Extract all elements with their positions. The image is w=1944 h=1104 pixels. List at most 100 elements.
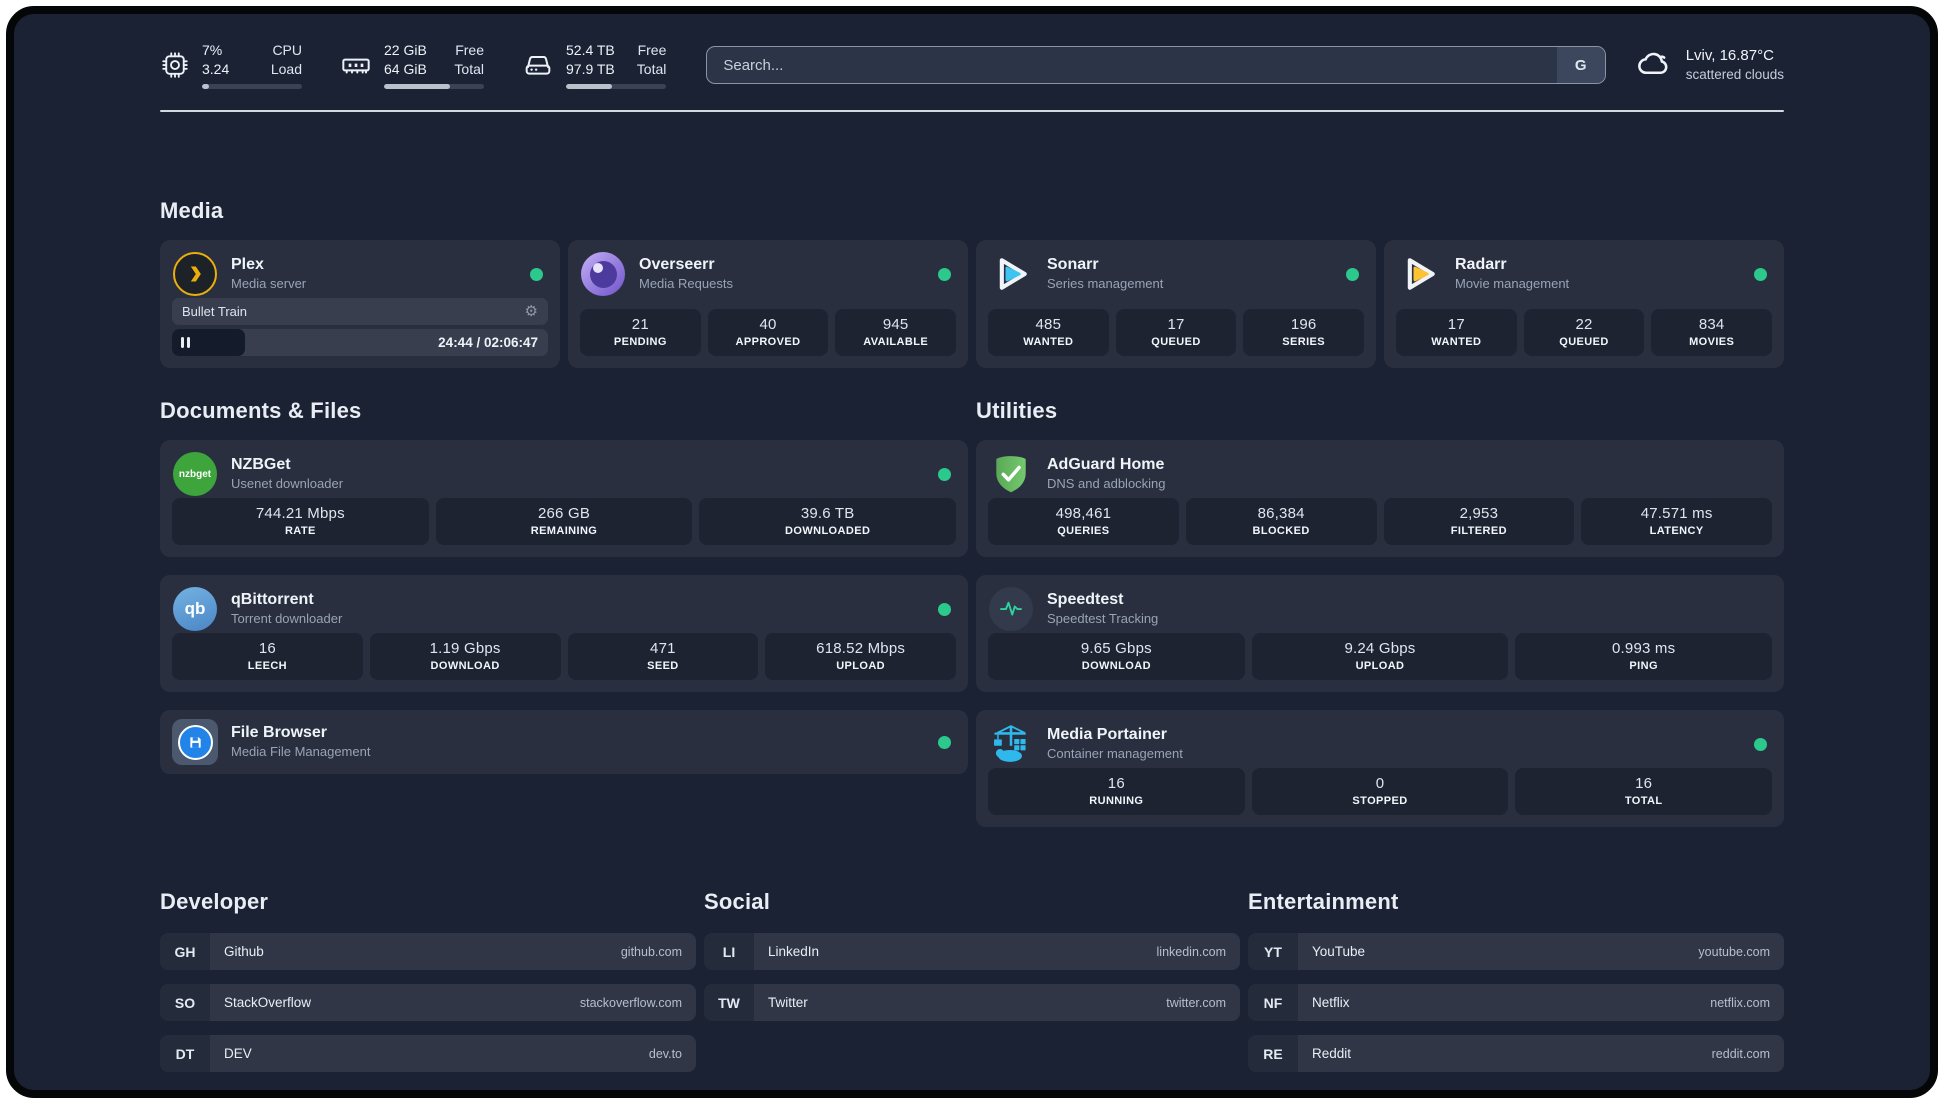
bookmark-url: netflix.com bbox=[1710, 995, 1770, 1010]
stat-label: TOTAL bbox=[1624, 795, 1663, 807]
bookmark-github[interactable]: GH Github github.com bbox=[160, 933, 696, 970]
cloud-icon bbox=[1636, 45, 1672, 86]
portainer-stats: 16 RUNNING 0 STOPPED 16 TOTAL bbox=[988, 768, 1772, 815]
bookmark-netflix[interactable]: NF Netflix netflix.com bbox=[1248, 984, 1784, 1021]
app-subtitle: Container management bbox=[1047, 745, 1183, 761]
stat-filtered: 2,953 FILTERED bbox=[1383, 498, 1575, 545]
app-subtitle: Media File Management bbox=[231, 743, 371, 759]
app-card-sonarr[interactable]: Sonarr Series management 485 WANTED 17 Q… bbox=[976, 240, 1376, 368]
stat-value: 834 bbox=[1698, 316, 1725, 333]
bookmark-name: Twitter bbox=[768, 995, 808, 1010]
topbar-divider bbox=[160, 110, 1784, 112]
stat-downloaded: 39.6 TB DOWNLOADED bbox=[699, 498, 956, 545]
memory-total-label: Total bbox=[454, 61, 484, 77]
bookmark-name: LinkedIn bbox=[768, 944, 820, 959]
bookmark-name: StackOverflow bbox=[224, 995, 312, 1010]
overseerr-icon bbox=[580, 251, 626, 297]
cpu-icon bbox=[160, 50, 190, 80]
section-title-media: Media bbox=[160, 198, 224, 223]
app-subtitle: Series management bbox=[1047, 275, 1164, 291]
stat-value: 266 GB bbox=[537, 505, 591, 522]
app-card-overseerr[interactable]: Overseerr Media Requests 21 PENDING 40 A… bbox=[568, 240, 968, 368]
search-provider-button[interactable]: G bbox=[1556, 47, 1605, 83]
app-card-radarr[interactable]: Radarr Movie management 17 WANTED 22 QUE… bbox=[1384, 240, 1784, 368]
app-card-adguard[interactable]: AdGuard Home DNS and adblocking 498,461 … bbox=[976, 440, 1784, 557]
stat-value: 16 bbox=[258, 640, 276, 657]
bookmark-stackoverflow[interactable]: SO StackOverflow stackoverflow.com bbox=[160, 984, 696, 1021]
app-card-filebrowser[interactable]: File Browser Media File Management bbox=[160, 710, 968, 774]
bookmark-twitter[interactable]: TW Twitter twitter.com bbox=[704, 984, 1240, 1021]
speedtest-stats: 9.65 Gbps DOWNLOAD 9.24 Gbps UPLOAD 0.99… bbox=[988, 633, 1772, 680]
system-stats: 7% 3.24 CPU Load 22 GiB 64 GiB Free Tota… bbox=[160, 41, 667, 89]
portainer-icon bbox=[988, 721, 1034, 767]
disk-icon bbox=[522, 49, 554, 81]
player-elapsed-fill bbox=[172, 329, 246, 356]
radarr-stats: 17 WANTED 22 QUEUED 834 MOVIES bbox=[1396, 309, 1772, 356]
nzbget-icon-label: nzbget bbox=[178, 468, 212, 480]
stat-value: 0 bbox=[1375, 775, 1385, 792]
cpu-usage-value: 7% bbox=[202, 42, 223, 59]
stat-value: 0.993 ms bbox=[1612, 640, 1676, 657]
stat-label: QUEUED bbox=[1151, 336, 1201, 348]
bookmark-youtube[interactable]: YT YouTube youtube.com bbox=[1248, 933, 1784, 970]
status-dot bbox=[530, 267, 543, 281]
app-title: File Browser bbox=[231, 724, 328, 742]
stat-value: 485 bbox=[1035, 316, 1062, 333]
app-title: Speedtest bbox=[1047, 591, 1124, 609]
settings-icon[interactable]: ⚙ bbox=[525, 304, 538, 319]
plex-now-playing: Bullet Train ⚙ 24:44 / 02:06:47 bbox=[172, 298, 548, 356]
disk-progress-bar bbox=[566, 83, 667, 89]
qbittorrent-icon: qb bbox=[172, 586, 218, 632]
app-title: NZBGet bbox=[231, 456, 291, 474]
speedtest-icon bbox=[988, 586, 1034, 632]
bookmark-name: Github bbox=[224, 944, 264, 959]
bookmark-url: linkedin.com bbox=[1156, 944, 1226, 959]
sonarr-stats: 485 WANTED 17 QUEUED 196 SERIES bbox=[988, 309, 1364, 356]
overseerr-stats: 21 PENDING 40 APPROVED 945 AVAILABLE bbox=[580, 309, 956, 356]
pause-icon bbox=[181, 337, 190, 348]
stat-stopped: 0 STOPPED bbox=[1251, 768, 1509, 815]
bookmark-reddit[interactable]: RE Reddit reddit.com bbox=[1248, 1035, 1784, 1072]
entertainment-bookmarks-section: Entertainment YT YouTube youtube.com NF … bbox=[1248, 889, 1784, 1086]
stat-value: 16 bbox=[1635, 775, 1653, 792]
bookmark-dev[interactable]: DT DEV dev.to bbox=[160, 1035, 696, 1072]
disk-free-value: 52.4 TB bbox=[566, 42, 615, 59]
stat-rate: 744.21 Mbps RATE bbox=[172, 498, 429, 545]
stat-upload: 9.24 Gbps UPLOAD bbox=[1251, 633, 1509, 680]
bookmark-linkedin[interactable]: LI LinkedIn linkedin.com bbox=[704, 933, 1240, 970]
weather-widget: Lviv, 16.87°C scattered clouds bbox=[1636, 45, 1784, 86]
stat-label: WANTED bbox=[1023, 336, 1074, 348]
disk-free-label: Free bbox=[637, 42, 667, 59]
qbittorrent-stats: 16 LEECH 1.19 Gbps DOWNLOAD 471 SEED 618… bbox=[172, 633, 956, 680]
bookmark-abbr: RE bbox=[1248, 1035, 1298, 1072]
search-input[interactable] bbox=[706, 46, 1606, 84]
stat-download: 1.19 Gbps DOWNLOAD bbox=[369, 633, 561, 680]
app-subtitle: Speedtest Tracking bbox=[1047, 610, 1159, 626]
app-card-speedtest[interactable]: Speedtest Speedtest Tracking 9.65 Gbps D… bbox=[976, 575, 1784, 692]
app-title: Sonarr bbox=[1047, 256, 1099, 274]
bookmark-url: dev.to bbox=[648, 1046, 682, 1061]
utilities-section: Utilities AdGuard Home DNS and adblockin… bbox=[976, 398, 1784, 827]
stat-label: DOWNLOAD bbox=[1081, 660, 1151, 672]
memory-free-value: 22 GiB bbox=[384, 42, 427, 59]
memory-icon bbox=[340, 49, 372, 81]
app-card-nzbget[interactable]: nzbget NZBGet Usenet downloader 744.21 M… bbox=[160, 440, 968, 557]
stat-label: QUERIES bbox=[1057, 525, 1110, 537]
media-grid: Plex Media server Bullet Train ⚙ 24:44 /… bbox=[160, 240, 1784, 368]
stat-label: UPLOAD bbox=[1355, 660, 1405, 672]
weather-location-temp: Lviv, 16.87°C bbox=[1685, 47, 1774, 65]
stat-value: 86,384 bbox=[1257, 505, 1305, 522]
app-card-plex[interactable]: Plex Media server Bullet Train ⚙ 24:44 /… bbox=[160, 240, 560, 368]
stat-value: 471 bbox=[650, 640, 676, 657]
stat-label: QUEUED bbox=[1559, 336, 1609, 348]
nzbget-icon: nzbget bbox=[172, 451, 218, 497]
documents-section: Documents & Files nzbget NZBGet Usenet d… bbox=[160, 398, 968, 827]
app-subtitle: Movie management bbox=[1455, 275, 1570, 291]
developer-bookmarks-section: Developer GH Github github.com SO StackO… bbox=[160, 889, 696, 1086]
status-dot bbox=[1754, 737, 1767, 751]
app-card-portainer[interactable]: Media Portainer Container management 16 … bbox=[976, 710, 1784, 827]
app-card-qbittorrent[interactable]: qb qBittorrent Torrent downloader 16 LEE… bbox=[160, 575, 968, 692]
bookmark-abbr: LI bbox=[704, 933, 754, 970]
stat-value: 17 bbox=[1167, 316, 1185, 333]
stat-seed: 471 SEED bbox=[567, 633, 759, 680]
